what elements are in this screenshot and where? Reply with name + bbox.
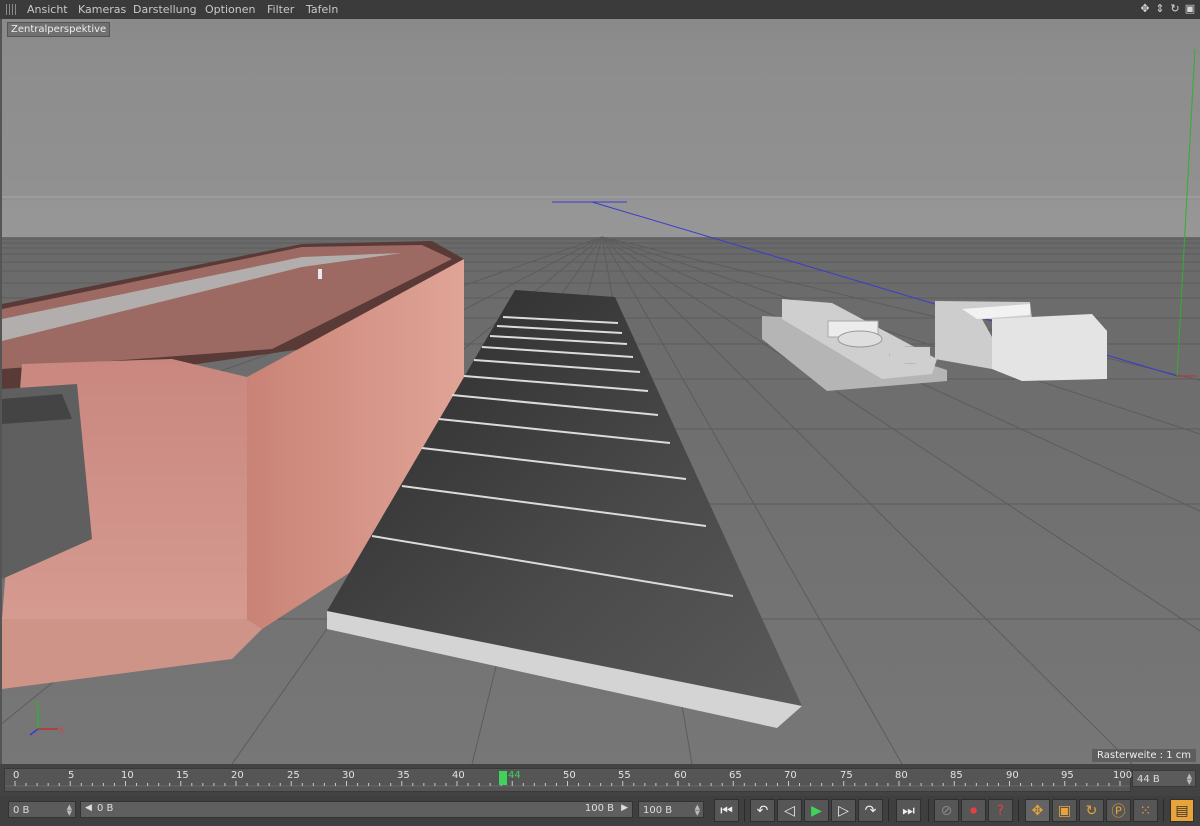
menu-darstellung[interactable]: Darstellung [133,3,197,16]
panel-grip-icon[interactable] [6,4,18,15]
maximize-view-icon[interactable]: ▣ [1184,2,1196,15]
tick-0: 0 [13,770,20,781]
skip-end-icon: ⏭ [902,802,915,819]
spin-arrows-icon[interactable]: ▲ ▼ [67,804,72,817]
tick-65: 65 [729,770,742,781]
end-frame-value: 100 B [643,805,673,816]
key-position-button[interactable]: ✥ [1025,799,1050,822]
menu-filter[interactable]: Filter [267,3,294,16]
record-off-button[interactable]: ⊘ [934,799,959,822]
svg-text:X: X [59,726,65,735]
key-rotation-button[interactable]: ↻ [1079,799,1104,822]
spin-arrows-icon[interactable]: ▲ ▼ [695,804,700,817]
key-pla-button[interactable]: ⁙ [1133,799,1158,822]
move-view-icon[interactable]: ✥ [1139,2,1151,15]
previous-key-icon: ↶ [756,802,769,819]
tick-85: 85 [950,770,963,781]
tick-30: 30 [342,770,355,781]
play-icon: ▶ [811,802,822,819]
current-frame-value: 44 B [1137,774,1160,785]
tick-40: 40 [452,770,465,781]
view-navigation: ✥ ⇕ ↻ ▣ [1139,2,1196,17]
divider [744,799,745,822]
auto-key-button[interactable]: ? [988,799,1013,822]
skip-start-icon: ⏮ [720,802,733,819]
key-parameter-button[interactable]: Ⓟ [1106,799,1131,822]
rotate-key-icon: ↻ [1085,802,1098,819]
tick-70: 70 [784,770,797,781]
parameter-key-icon: Ⓟ [1111,803,1126,820]
tick-90: 90 [1006,770,1019,781]
auto-key-icon: ? [996,802,1005,819]
svg-text:Y: Y [33,700,39,709]
step-forward-icon: ▷ [838,802,849,819]
viewport-canvas: Y X [2,19,1200,764]
tick-current: 44 [508,770,521,781]
tick-15: 15 [176,770,189,781]
previous-key-button[interactable]: ↶ [750,799,775,822]
3d-viewport[interactable]: Y X Zentralperspektive Rasterweite : 1 c… [0,19,1200,764]
record-button[interactable]: ⏺ [961,799,986,822]
range-slider[interactable]: ◀ 0 B 100 B ▶ [80,801,633,818]
current-frame-field[interactable]: 44 B ▲ ▼ [1132,770,1196,787]
go-to-start-button[interactable]: ⏮ [714,799,739,822]
menu-ansicht[interactable]: Ansicht [27,3,68,16]
divider [1163,799,1164,822]
next-key-icon: ↷ [864,802,877,819]
key-scale-button[interactable]: ▣ [1052,799,1077,822]
tick-25: 25 [287,770,300,781]
range-start-label: 0 B [97,803,114,814]
tick-55: 55 [618,770,631,781]
tick-10: 10 [121,770,134,781]
timeline-ruler[interactable]: 0 5 10 15 20 25 30 35 40 44 50 55 60 65 … [4,768,1133,792]
step-back-icon: ◁ [784,802,795,819]
tick-35: 35 [397,770,410,781]
tick-60: 60 [674,770,687,781]
timeline-layout-button[interactable]: ▤ [1170,799,1194,822]
tick-75: 75 [840,770,853,781]
transport-bar: 0 B ▲ ▼ ◀ 0 B 100 B ▶ 100 B ▲ ▼ ⏮ ↶ ◁ ▶ ▷ … [0,796,1200,826]
divider [888,799,889,822]
tick-20: 20 [231,770,244,781]
raster-width-label: Rasterweite : 1 cm [1092,749,1196,762]
tick-100: 100 [1113,770,1133,781]
go-to-end-button[interactable]: ⏭ [896,799,921,822]
scale-key-icon: ▣ [1057,802,1072,819]
pla-key-icon: ⁙ [1139,802,1152,819]
range-left-arrow-icon[interactable]: ◀ [85,803,92,813]
tick-50: 50 [563,770,576,781]
menu-kameras[interactable]: Kameras [78,3,126,16]
next-key-button[interactable]: ↷ [858,799,883,822]
record-icon: ⏺ [970,802,977,819]
viewport-menubar: Ansicht Kameras Darstellung Optionen Fil… [0,0,1200,20]
start-frame-value: 0 B [13,805,30,816]
viewport-title[interactable]: Zentralperspektive [7,22,111,37]
film-strip-icon: ▤ [1175,802,1189,819]
start-frame-field[interactable]: 0 B ▲ ▼ [8,801,76,818]
menu-tafeln[interactable]: Tafeln [306,3,338,16]
rotate-view-icon[interactable]: ↻ [1169,2,1181,15]
dolly-view-icon[interactable]: ⇕ [1154,2,1166,15]
tick-80: 80 [895,770,908,781]
play-button[interactable]: ▶ [804,799,829,822]
end-frame-field[interactable]: 100 B ▲ ▼ [638,801,704,818]
divider [928,799,929,822]
move-key-icon: ✥ [1031,802,1044,819]
playhead-marker[interactable] [499,771,507,785]
menu-optionen[interactable]: Optionen [205,3,255,16]
tick-5: 5 [68,770,75,781]
spin-arrows-icon[interactable]: ▲ ▼ [1187,773,1192,786]
range-right-arrow-icon[interactable]: ▶ [621,803,628,813]
next-frame-button[interactable]: ▷ [831,799,856,822]
timeline: 0 5 10 15 20 25 30 35 40 44 50 55 60 65 … [0,764,1200,796]
range-end-label: 100 B [584,803,614,814]
previous-frame-button[interactable]: ◁ [777,799,802,822]
key-record-off-icon: ⊘ [940,802,953,819]
tick-95: 95 [1061,770,1074,781]
divider [1018,799,1019,822]
